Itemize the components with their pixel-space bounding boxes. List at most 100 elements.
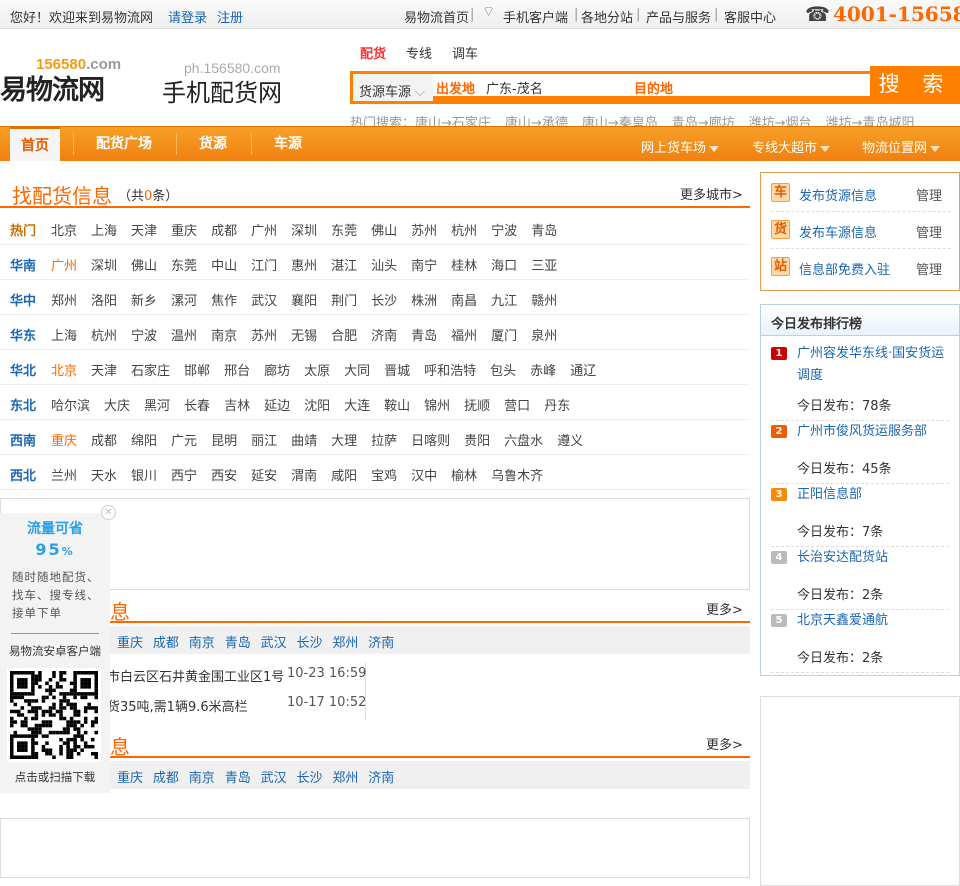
service-link[interactable]: 客服中心 — [724, 7, 776, 26]
app-download-ad[interactable]: 流量可省 95% 随时随地配货、 找车、搜专线、 接单下单 易物流安卓客户端 点击或… — [0, 513, 110, 793]
nav-peihuo-square[interactable]: 配货广场 — [80, 127, 168, 161]
city-link[interactable]: 榆林 — [451, 469, 477, 484]
city-link[interactable]: 银川 — [131, 469, 157, 484]
city-link[interactable]: 黑河 — [144, 399, 170, 414]
city-link[interactable]: 抚顺 — [464, 399, 490, 414]
city-link[interactable]: 重庆 — [171, 224, 197, 239]
ranking-name-link[interactable]: 广州容发华东线·国安货运调度 — [797, 343, 952, 387]
city-link[interactable]: 合肥 — [331, 329, 357, 344]
city-link[interactable]: 汉中 — [411, 469, 437, 484]
more-link[interactable]: 更多> — [706, 734, 743, 753]
city-link[interactable]: 洛阳 — [91, 294, 117, 309]
city-link[interactable]: 丹东 — [544, 399, 570, 414]
city-tab[interactable]: 长沙 — [297, 767, 323, 786]
city-link[interactable]: 武汉 — [251, 294, 277, 309]
city-link[interactable]: 包头 — [490, 364, 516, 379]
city-link[interactable]: 东莞 — [331, 224, 357, 239]
city-link[interactable]: 锦州 — [424, 399, 450, 414]
city-link[interactable]: 荆门 — [331, 294, 357, 309]
listing-text[interactable]: 货35吨,需1辆9.6米高栏 — [107, 696, 248, 715]
city-link[interactable]: 宁波 — [131, 329, 157, 344]
ranking-name-link[interactable]: 广州市俊风货运服务部 — [797, 421, 952, 443]
ranking-name-link[interactable]: 正阳信息部 — [797, 484, 952, 506]
city-link[interactable]: 渭南 — [291, 469, 317, 484]
tab-diaoche[interactable]: 调车 — [452, 43, 478, 62]
close-icon[interactable]: ✕ — [101, 505, 116, 520]
city-link[interactable]: 惠州 — [291, 259, 317, 274]
city-link[interactable]: 东莞 — [171, 259, 197, 274]
city-link[interactable]: 西宁 — [171, 469, 197, 484]
type-select[interactable]: 货源车源 ⌵ — [353, 74, 433, 101]
manage-link[interactable]: 管理 — [916, 259, 942, 278]
publish-item[interactable]: 站信息部免费入驻 管理 — [771, 249, 951, 286]
city-link[interactable]: 中山 — [211, 259, 237, 274]
city-link[interactable]: 济南 — [371, 329, 397, 344]
city-link[interactable]: 呼和浩特 — [424, 364, 476, 379]
city-tab[interactable]: 济南 — [368, 767, 394, 786]
city-link[interactable]: 天水 — [91, 469, 117, 484]
city-link[interactable]: 广州 — [251, 224, 277, 239]
more-cities-link[interactable]: 更多城市> — [680, 184, 743, 203]
city-tab[interactable]: 郑州 — [332, 767, 358, 786]
search-button[interactable]: 搜 索 — [870, 66, 960, 104]
city-link[interactable]: 新乡 — [131, 294, 157, 309]
nav-dropdown-line-market[interactable]: 专线大超市 — [752, 137, 831, 156]
from-input[interactable]: 广东-茂名 — [486, 78, 543, 97]
city-link[interactable]: 大同 — [344, 364, 370, 379]
city-link[interactable]: 苏州 — [251, 329, 277, 344]
city-link[interactable]: 宁波 — [491, 224, 517, 239]
city-link[interactable]: 江门 — [251, 259, 277, 274]
city-link[interactable]: 贵阳 — [464, 434, 490, 449]
city-tab[interactable]: 南京 — [189, 632, 215, 651]
branches-link[interactable]: 各地分站 — [581, 7, 633, 26]
city-link[interactable]: 沈阳 — [304, 399, 330, 414]
city-link[interactable]: 上海 — [91, 224, 117, 239]
nav-dropdown-truck-market[interactable]: 网上货车场 — [641, 137, 720, 156]
nav-huoyuan[interactable]: 货源 — [184, 127, 242, 161]
city-link[interactable]: 长沙 — [371, 294, 397, 309]
city-link[interactable]: 咸阳 — [331, 469, 357, 484]
login-link[interactable]: 请登录 — [168, 7, 207, 26]
city-link[interactable]: 南昌 — [451, 294, 477, 309]
city-link[interactable]: 西安 — [211, 469, 237, 484]
city-link[interactable]: 海口 — [491, 259, 517, 274]
city-link[interactable]: 佛山 — [131, 259, 157, 274]
city-tab[interactable]: 重庆 — [117, 632, 143, 651]
city-link[interactable]: 昆明 — [211, 434, 237, 449]
city-link[interactable]: 廊坊 — [264, 364, 290, 379]
nav-cheyuan[interactable]: 车源 — [258, 127, 318, 161]
city-link[interactable]: 绵阳 — [131, 434, 157, 449]
city-link[interactable]: 乌鲁木齐 — [491, 469, 543, 484]
city-link[interactable]: 太原 — [304, 364, 330, 379]
city-link[interactable]: 成都 — [211, 224, 237, 239]
region-label[interactable]: 热门 — [10, 220, 36, 239]
city-link[interactable]: 天津 — [131, 224, 157, 239]
ranking-name-link[interactable]: 长治安达配货站 — [797, 547, 952, 569]
city-link[interactable]: 株洲 — [411, 294, 437, 309]
city-tab[interactable]: 武汉 — [261, 632, 287, 651]
city-link[interactable]: 南宁 — [411, 259, 437, 274]
city-link[interactable]: 鞍山 — [384, 399, 410, 414]
ranking-name-link[interactable]: 北京天鑫爱通航 — [797, 610, 952, 632]
city-link[interactable]: 厦门 — [491, 329, 517, 344]
region-label[interactable]: 西北 — [10, 465, 36, 484]
city-tab[interactable]: 成都 — [153, 767, 179, 786]
tab-peihuo[interactable]: 配货 — [360, 43, 386, 62]
city-link[interactable]: 赣州 — [531, 294, 557, 309]
city-link[interactable]: 晋城 — [384, 364, 410, 379]
city-link[interactable]: 漯河 — [171, 294, 197, 309]
city-link[interactable]: 无锡 — [291, 329, 317, 344]
register-link[interactable]: 注册 — [217, 7, 243, 26]
city-link[interactable]: 福州 — [451, 329, 477, 344]
city-link[interactable]: 深圳 — [91, 259, 117, 274]
to-input[interactable] — [688, 74, 868, 96]
city-link[interactable]: 大庆 — [104, 399, 130, 414]
manage-link[interactable]: 管理 — [916, 185, 942, 204]
city-link[interactable]: 宝鸡 — [371, 469, 397, 484]
city-link[interactable]: 赤峰 — [530, 364, 556, 379]
city-link[interactable]: 延边 — [264, 399, 290, 414]
city-link[interactable]: 通辽 — [570, 364, 596, 379]
more-link[interactable]: 更多> — [706, 599, 743, 618]
city-link[interactable]: 邯郸 — [184, 364, 210, 379]
city-tab[interactable]: 济南 — [368, 632, 394, 651]
